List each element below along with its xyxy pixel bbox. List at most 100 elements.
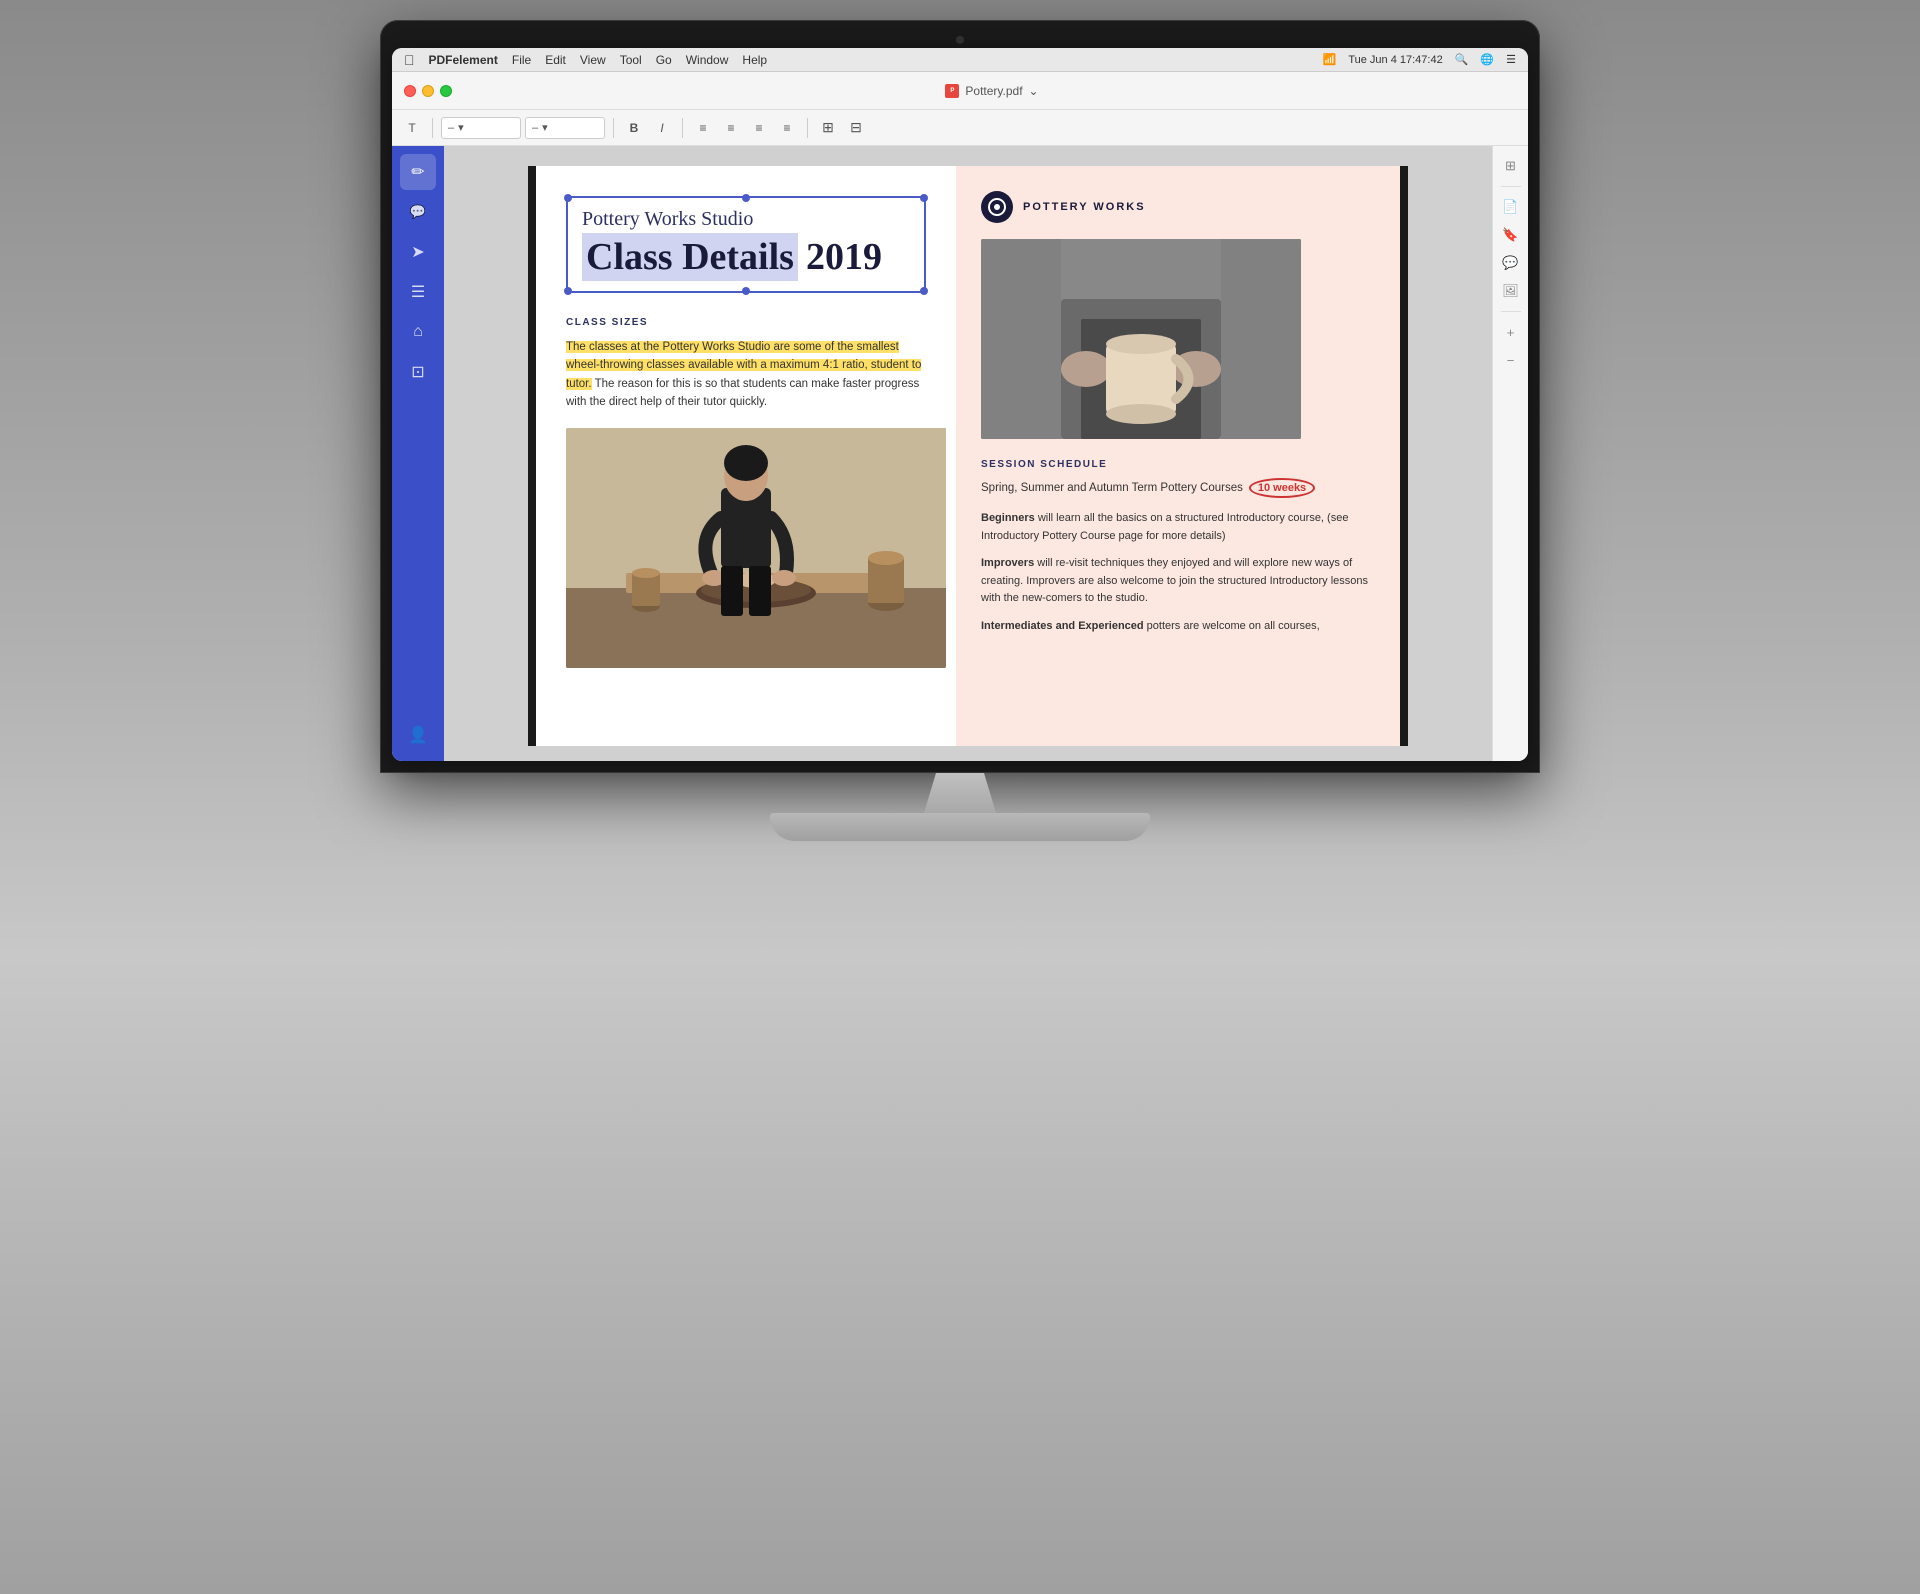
pdf-title-box[interactable]: Pottery Works Studio Class Details 2019 (566, 196, 926, 293)
align-justify-button[interactable]: ≡ (775, 116, 799, 140)
handle-tl (564, 194, 572, 202)
date-time: Tue Jun 4 17:47:42 (1348, 54, 1442, 66)
menu-tool[interactable]: Tool (620, 53, 642, 67)
text-tool-icon: T (408, 121, 415, 135)
sidebar-item-layers[interactable]: ☰ (400, 274, 436, 310)
pdf-title-subtitle: Pottery Works Studio (582, 208, 910, 231)
italic-button[interactable]: I (650, 116, 674, 140)
table-icon-button[interactable]: ⊞ (816, 116, 840, 140)
camera-notch (956, 36, 964, 44)
menu-bar-left:  PDFelement File Edit View Tool Go Wind… (404, 52, 767, 68)
user-tool-icon: 👤 (408, 725, 428, 745)
close-button[interactable] (404, 85, 416, 97)
menu-bar-right: 📶 Tue Jun 4 17:47:42 🔍 🌐 ☰ (1323, 53, 1516, 66)
pottery-logo-icon (981, 191, 1013, 223)
class-sizes-heading: CLASS SIZES (566, 317, 926, 328)
pottery-logo: POTTERY WORKS (981, 191, 1375, 223)
pdf-area[interactable]: Pottery Works Studio Class Details 2019 … (444, 146, 1492, 761)
text-tool-button[interactable]: T (400, 116, 424, 140)
monitor:  PDFelement File Edit View Tool Go Wind… (360, 20, 1560, 841)
title-bar-center: P Pottery.pdf ⌄ (468, 84, 1516, 98)
sidebar-item-comment[interactable]: 💬 (400, 194, 436, 230)
right-sidebar-separator-1 (1501, 186, 1521, 187)
normal-paragraph: The reason for this is so that students … (566, 378, 919, 408)
window-title: Pottery.pdf (965, 84, 1022, 98)
right-sidebar-minus-icon[interactable]: − (1499, 348, 1523, 372)
window-title-chevron[interactable]: ⌄ (1029, 84, 1039, 98)
right-sidebar-image-icon[interactable]: 🖼 (1499, 279, 1523, 303)
align-center-button[interactable]: ≡ (719, 116, 743, 140)
toolbar-separator-4 (807, 118, 808, 138)
pdf-title-year: 2019 (806, 235, 882, 279)
pottery-logo-text: POTTERY WORKS (1023, 201, 1146, 213)
list-icon[interactable]: ☰ (1506, 53, 1516, 66)
pdf-title-main: Class Details 2019 (582, 233, 910, 281)
wifi-icon: 📶 (1323, 53, 1337, 66)
ten-weeks-badge: 10 weeks (1249, 478, 1315, 498)
screen-bezel:  PDFelement File Edit View Tool Go Wind… (380, 20, 1540, 773)
session-line: Spring, Summer and Autumn Term Pottery C… (981, 478, 1375, 498)
pottery-wheel-image (566, 428, 946, 668)
minimize-button[interactable] (422, 85, 434, 97)
right-sidebar-comment-icon[interactable]: 💬 (1499, 251, 1523, 275)
sidebar-item-home[interactable]: ⌂ (400, 314, 436, 350)
dropdown-arrow-2-icon: ▾ (542, 121, 548, 134)
globe-icon: 🌐 (1480, 53, 1494, 66)
comment-tool-icon: 💬 (410, 204, 426, 220)
layers-tool-icon: ☰ (411, 282, 425, 302)
right-sidebar-grid-icon[interactable]: ⊞ (1499, 154, 1523, 178)
maximize-button[interactable] (440, 85, 452, 97)
font-size-dropdown[interactable]: – ▾ (525, 117, 605, 139)
session-heading: SESSION SCHEDULE (981, 459, 1375, 470)
page-tool-icon: ⊡ (411, 362, 424, 382)
apple-logo-icon:  (404, 52, 415, 68)
right-sidebar: ⊞ 📄 🔖 💬 🖼 + − (1492, 146, 1528, 761)
home-tool-icon: ⌂ (413, 323, 423, 341)
monitor-base (770, 813, 1150, 841)
class-sizes-body: The classes at the Pottery Works Studio … (566, 338, 926, 412)
pottery-hands-image (981, 239, 1301, 439)
sidebar-item-pencil[interactable]: ✏ (400, 154, 436, 190)
right-sidebar-add-icon[interactable]: + (1499, 320, 1523, 344)
menu-file[interactable]: File (512, 53, 531, 67)
search-icon[interactable]: 🔍 (1455, 53, 1469, 66)
sidebar-item-page[interactable]: ⊡ (400, 354, 436, 390)
traffic-lights (404, 85, 452, 97)
improvers-label: Improvers (981, 557, 1034, 569)
intermediates-label: Intermediates and Experienced (981, 620, 1144, 632)
send-tool-icon: ➤ (411, 242, 424, 262)
sidebar-item-user[interactable]: 👤 (400, 717, 436, 753)
menu-edit[interactable]: Edit (545, 53, 566, 67)
beginners-label: Beginners (981, 512, 1035, 524)
class-sizes-section: CLASS SIZES The classes at the Pottery W… (566, 317, 926, 412)
left-sidebar: ✏ 💬 ➤ ☰ ⌂ ⊡ (392, 146, 444, 761)
insert-icon-button[interactable]: ⊟ (844, 116, 868, 140)
font-family-dropdown[interactable]: – ▾ (441, 117, 521, 139)
pdf-page: Pottery Works Studio Class Details 2019 … (528, 166, 1408, 746)
beginners-text: will learn all the basics on a structure… (981, 512, 1348, 542)
menu-bar:  PDFelement File Edit View Tool Go Wind… (392, 48, 1528, 72)
page-right-bar (1400, 166, 1408, 746)
pdf-title-main-text: Class Details (582, 233, 798, 281)
menu-go[interactable]: Go (656, 53, 672, 67)
title-bar: P Pottery.pdf ⌄ (392, 72, 1528, 110)
bold-button[interactable]: B (622, 116, 646, 140)
handle-bl (564, 287, 572, 295)
app-name[interactable]: PDFelement (429, 53, 498, 67)
bold-icon: B (630, 121, 639, 135)
right-sidebar-note-icon[interactable]: 📄 (1499, 195, 1523, 219)
handle-br (920, 287, 928, 295)
menu-help[interactable]: Help (742, 53, 767, 67)
mac-window:  PDFelement File Edit View Tool Go Wind… (392, 48, 1528, 761)
right-sidebar-bookmark-icon[interactable]: 🔖 (1499, 223, 1523, 247)
align-left-button[interactable]: ≡ (691, 116, 715, 140)
align-right-button[interactable]: ≡ (747, 116, 771, 140)
pdf-left-column: Pottery Works Studio Class Details 2019 … (536, 166, 956, 746)
menu-view[interactable]: View (580, 53, 606, 67)
dropdown-arrow-icon: ▾ (458, 121, 464, 134)
toolbar-separator-1 (432, 118, 433, 138)
toolbar-separator-3 (682, 118, 683, 138)
menu-window[interactable]: Window (686, 53, 729, 67)
intermediates-paragraph: Intermediates and Experienced potters ar… (981, 618, 1375, 636)
sidebar-item-send[interactable]: ➤ (400, 234, 436, 270)
